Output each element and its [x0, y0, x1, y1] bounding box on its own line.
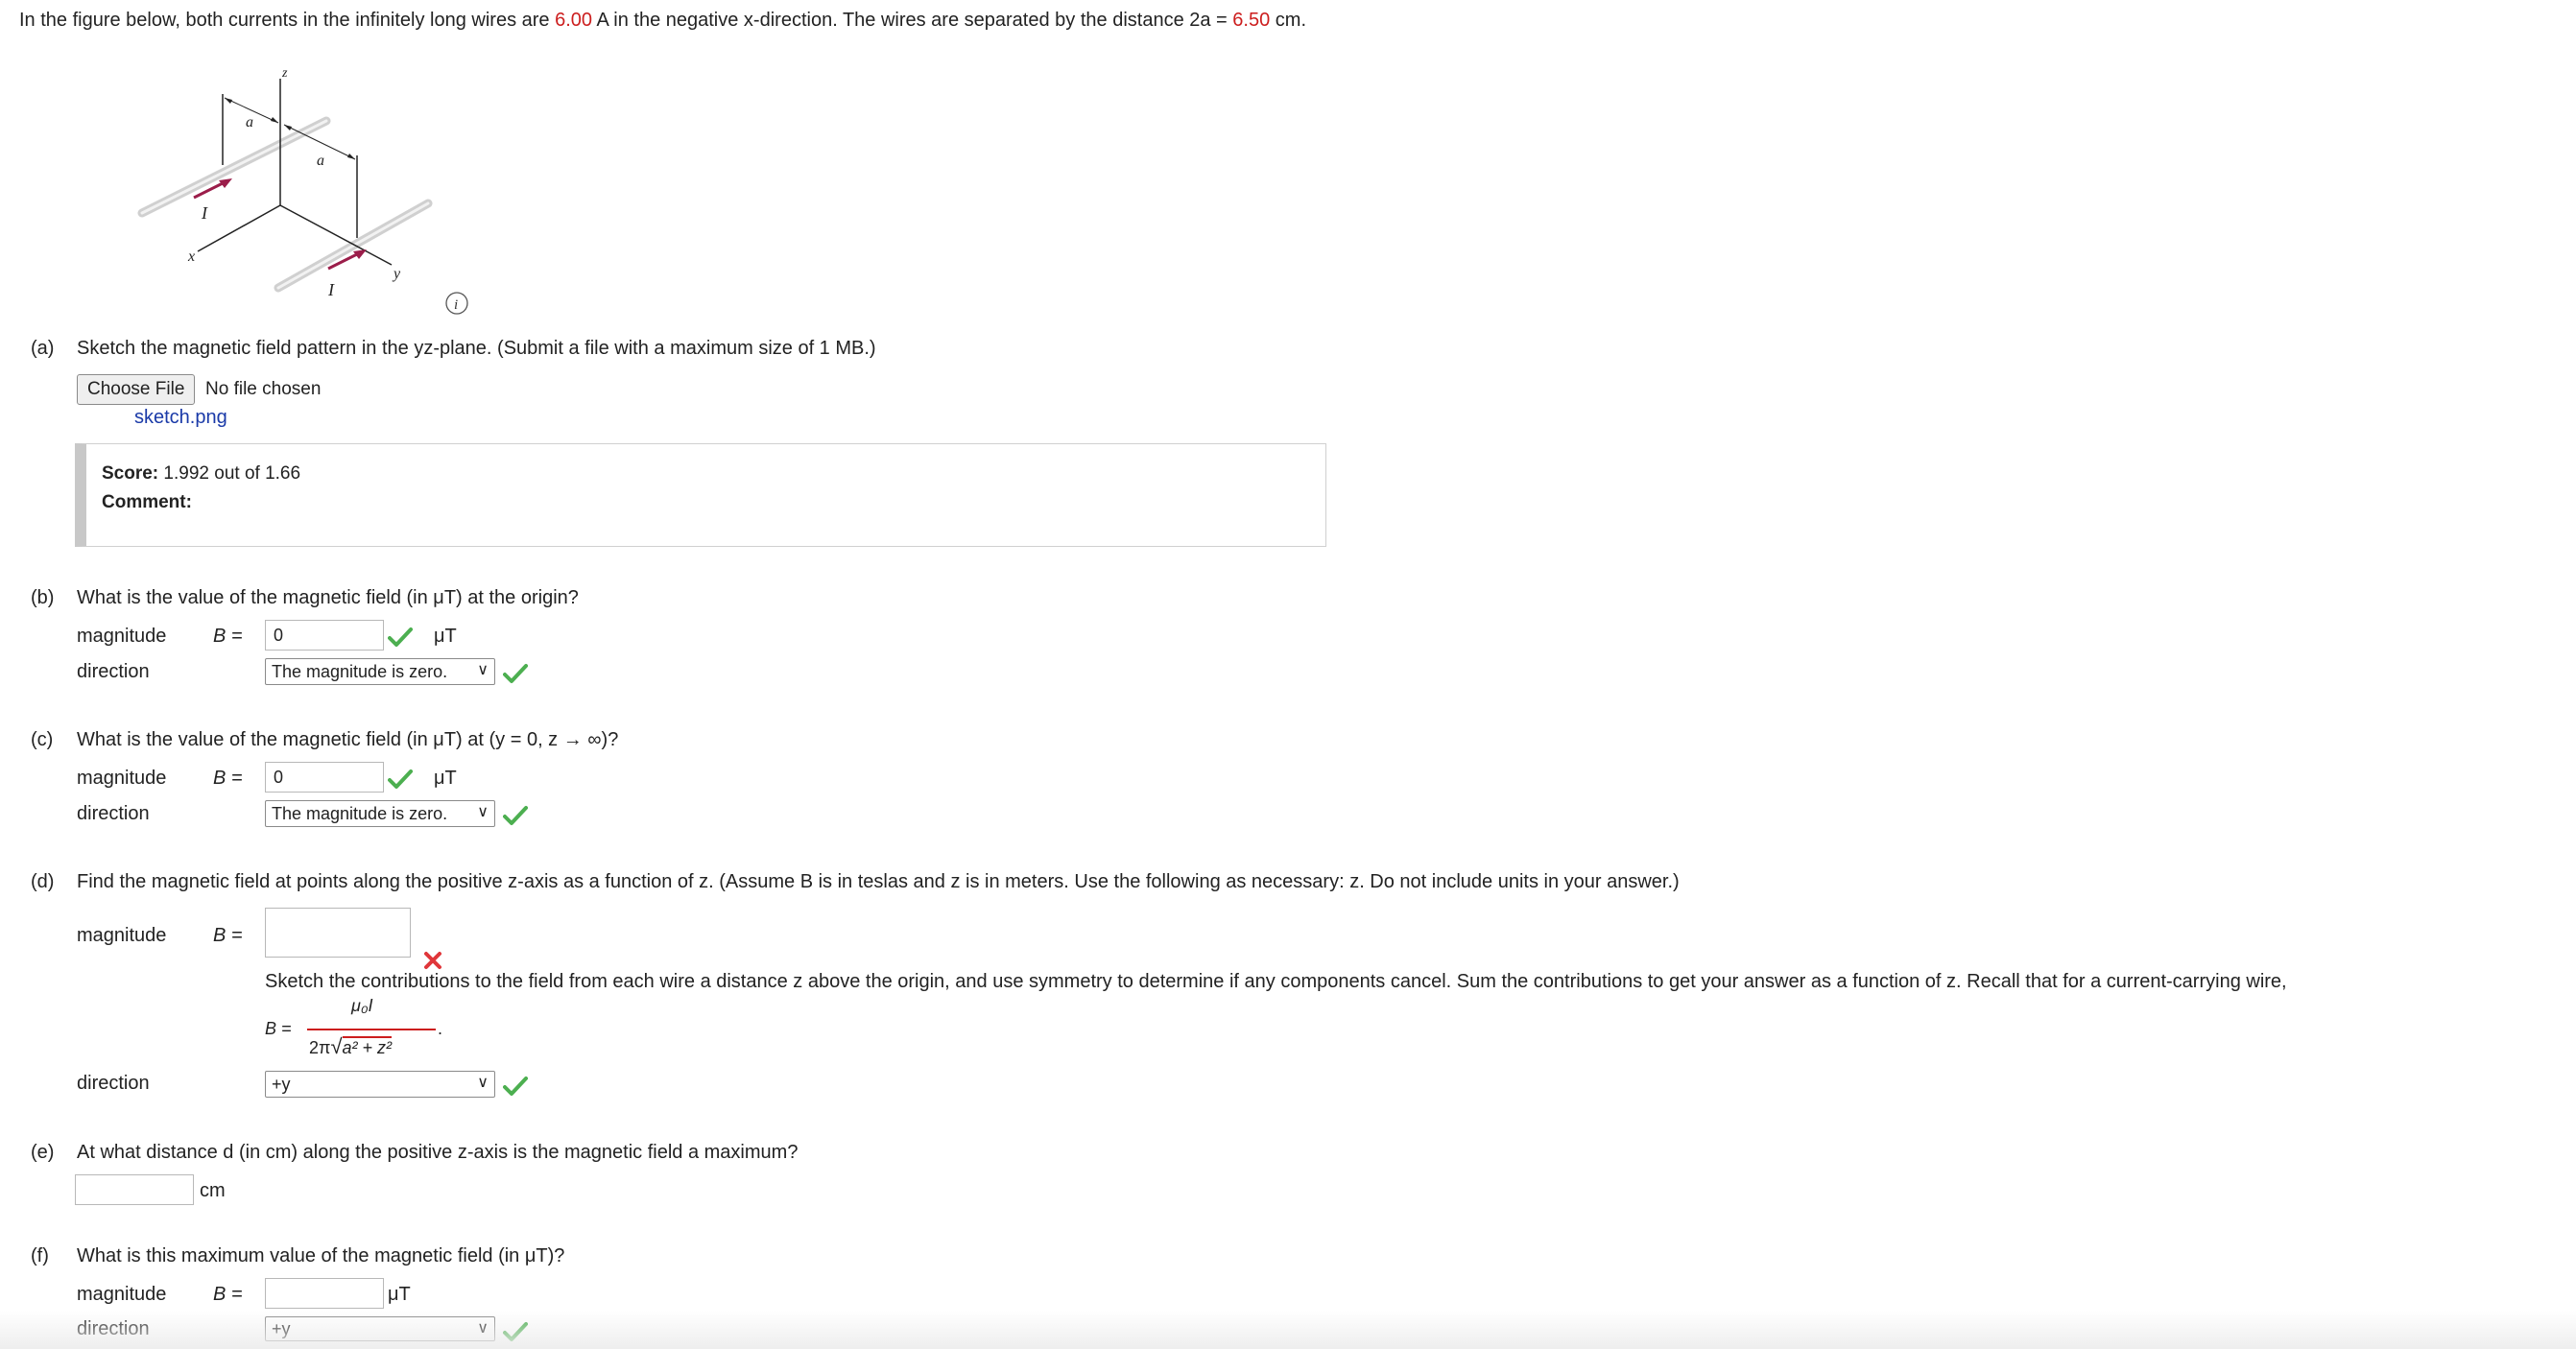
formula-end: .: [438, 1019, 443, 1038]
label-a1: a: [246, 114, 253, 130]
part-d-direction-select[interactable]: +y ∨: [265, 1071, 495, 1098]
part-d-question: Find the magnetic field at points along …: [77, 871, 1680, 892]
part-c-direction-label: direction: [77, 803, 150, 824]
cross-icon: [424, 952, 441, 969]
bottom-shadow: [0, 1311, 2576, 1349]
score-line: Score: 1.992 out of 1.66: [102, 463, 301, 484]
part-f-magnitude-label: magnitude: [77, 1284, 167, 1305]
part-a-question: Sketch the magnetic field pattern in the…: [77, 338, 876, 359]
formula-numerator: μ₀I: [351, 996, 373, 1015]
label-x: x: [187, 248, 195, 265]
part-b-question: What is the value of the magnetic field …: [77, 587, 579, 608]
part-e-letter: (e): [31, 1142, 55, 1163]
part-b-b-label: B =: [213, 626, 243, 647]
formula-fraction-line: [307, 1029, 436, 1030]
intro-text: In the figure below, both currents in th…: [19, 10, 1307, 31]
comment-label: Comment:: [102, 492, 192, 512]
part-c-b-label: B =: [213, 768, 243, 789]
distance-value: 6.50: [1232, 10, 1271, 31]
score-box: Score: 1.992 out of 1.66 Comment:: [75, 443, 1326, 547]
part-c-question: What is the value of the magnetic field …: [77, 729, 619, 750]
chevron-down-icon: ∨: [477, 804, 489, 820]
check-icon: [503, 806, 528, 825]
chevron-down-icon: ∨: [477, 662, 489, 678]
part-b-magnitude-label: magnitude: [77, 626, 167, 647]
part-d-b-label: B =: [213, 925, 243, 946]
part-c-magnitude-label: magnitude: [77, 768, 167, 789]
check-icon: [503, 1077, 528, 1096]
no-file-text: No file chosen: [205, 379, 322, 399]
wire-figure: z a a x y I I i: [137, 66, 468, 315]
part-b-direction-select[interactable]: The magnitude is zero. ∨: [265, 658, 495, 685]
part-a-letter: (a): [31, 338, 55, 359]
part-c-direction-select[interactable]: The magnitude is zero. ∨: [265, 800, 495, 827]
label-y: y: [392, 266, 401, 282]
svg-text:i: i: [454, 297, 458, 313]
label-z: z: [281, 66, 288, 81]
part-c-unit: μT: [434, 768, 457, 789]
part-b-direction-label: direction: [77, 661, 150, 682]
part-c-letter: (c): [31, 729, 54, 750]
label-a2: a: [317, 153, 324, 169]
label-I1: I: [201, 203, 208, 223]
x-axis: [197, 204, 281, 252]
uploaded-file-link[interactable]: sketch.png: [134, 407, 227, 429]
part-d-hint: Sketch the contributions to the field fr…: [265, 971, 2287, 992]
part-e-unit: cm: [200, 1180, 226, 1201]
check-icon: [388, 627, 413, 647]
part-b-magnitude-input[interactable]: 0: [265, 620, 384, 651]
label-I2: I: [327, 280, 335, 299]
check-icon: [503, 664, 528, 683]
sqrt-icon: √: [330, 1034, 343, 1058]
part-f-b-label: B =: [213, 1284, 243, 1305]
part-b-unit: μT: [434, 626, 457, 647]
part-c-magnitude-input[interactable]: 0: [265, 762, 384, 793]
check-icon: [388, 769, 413, 789]
current-value: 6.00: [555, 10, 593, 31]
part-d-direction-label: direction: [77, 1073, 150, 1094]
chevron-down-icon: ∨: [477, 1075, 489, 1091]
part-e-question: At what distance d (in cm) along the pos…: [77, 1142, 799, 1163]
part-f-unit: μT: [388, 1284, 411, 1305]
part-e-distance-input[interactable]: [75, 1174, 194, 1205]
formula-denominator: 2π√a² + z²: [309, 1034, 393, 1058]
info-icon[interactable]: i: [445, 292, 468, 315]
part-f-letter: (f): [31, 1245, 49, 1266]
part-f-question: What is this maximum value of the magnet…: [77, 1245, 565, 1266]
choose-file-button[interactable]: Choose File: [77, 374, 196, 405]
part-b-letter: (b): [31, 587, 55, 608]
part-d-magnitude-input[interactable]: [265, 908, 411, 958]
wire-left: [137, 116, 331, 218]
formula-lhs: B =: [265, 1019, 292, 1038]
part-d-letter: (d): [31, 871, 55, 892]
part-f-magnitude-input[interactable]: [265, 1278, 384, 1309]
part-d-magnitude-label: magnitude: [77, 925, 167, 946]
